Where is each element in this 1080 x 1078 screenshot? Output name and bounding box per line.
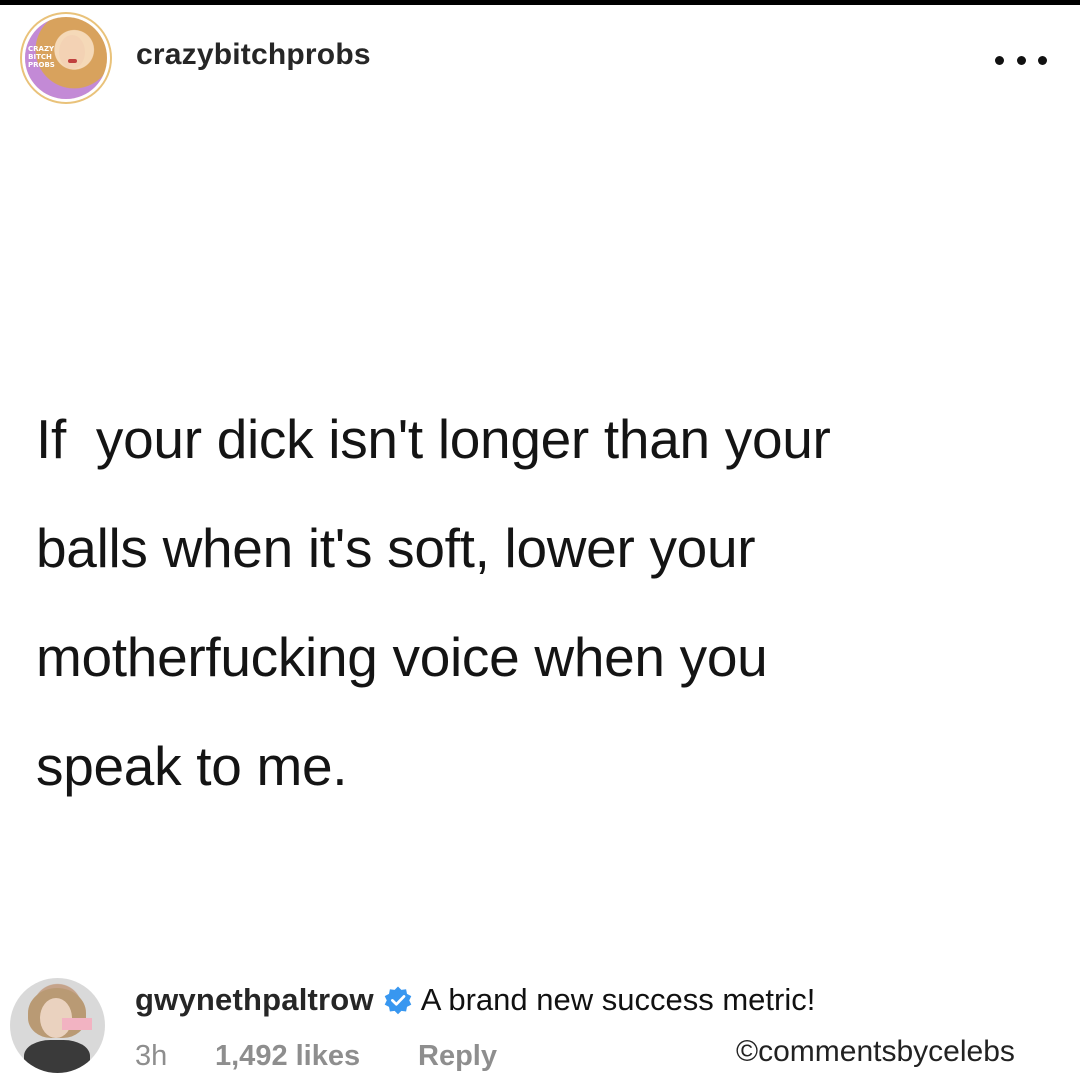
comment-likes-link[interactable]: 1,492 likes xyxy=(215,1034,360,1078)
comment-row: gwynethpaltrow A brand new success metri… xyxy=(135,978,815,1022)
top-border xyxy=(0,0,1080,5)
verified-badge-icon xyxy=(384,986,412,1015)
dot xyxy=(1016,55,1026,65)
watermark-text: ©commentsbycelebs xyxy=(736,1035,1015,1068)
comment-text: A brand new success metric! xyxy=(420,982,816,1017)
quote-line: speak to me. xyxy=(36,735,348,797)
comment-timestamp: 3h xyxy=(135,1039,168,1072)
reply-button[interactable]: Reply xyxy=(418,1034,497,1078)
post-author-avatar[interactable]: CRAZY BITCH PROBS xyxy=(25,17,107,99)
commenter-avatar[interactable] xyxy=(10,978,105,1073)
avatar-lips xyxy=(68,59,77,63)
avatar-background-sign xyxy=(62,1018,92,1030)
dot xyxy=(1038,55,1047,65)
avatar-body xyxy=(24,1040,90,1073)
more-options-icon[interactable] xyxy=(995,48,1047,72)
dot xyxy=(995,55,1004,65)
avatar-badge-text: CRAZY BITCH PROBS xyxy=(28,45,55,69)
quote-line: If your dick isn't longer than your xyxy=(36,408,831,470)
quote-line: balls when it's soft, lower your xyxy=(36,517,756,579)
quote-line: motherfucking voice when you xyxy=(36,626,768,688)
post-quote-text: If your dick isn't longer than your ball… xyxy=(36,385,1066,821)
avatar-face xyxy=(59,35,85,69)
post-author-username[interactable]: crazybitchprobs xyxy=(136,38,371,72)
commenter-username[interactable]: gwynethpaltrow xyxy=(135,982,374,1018)
